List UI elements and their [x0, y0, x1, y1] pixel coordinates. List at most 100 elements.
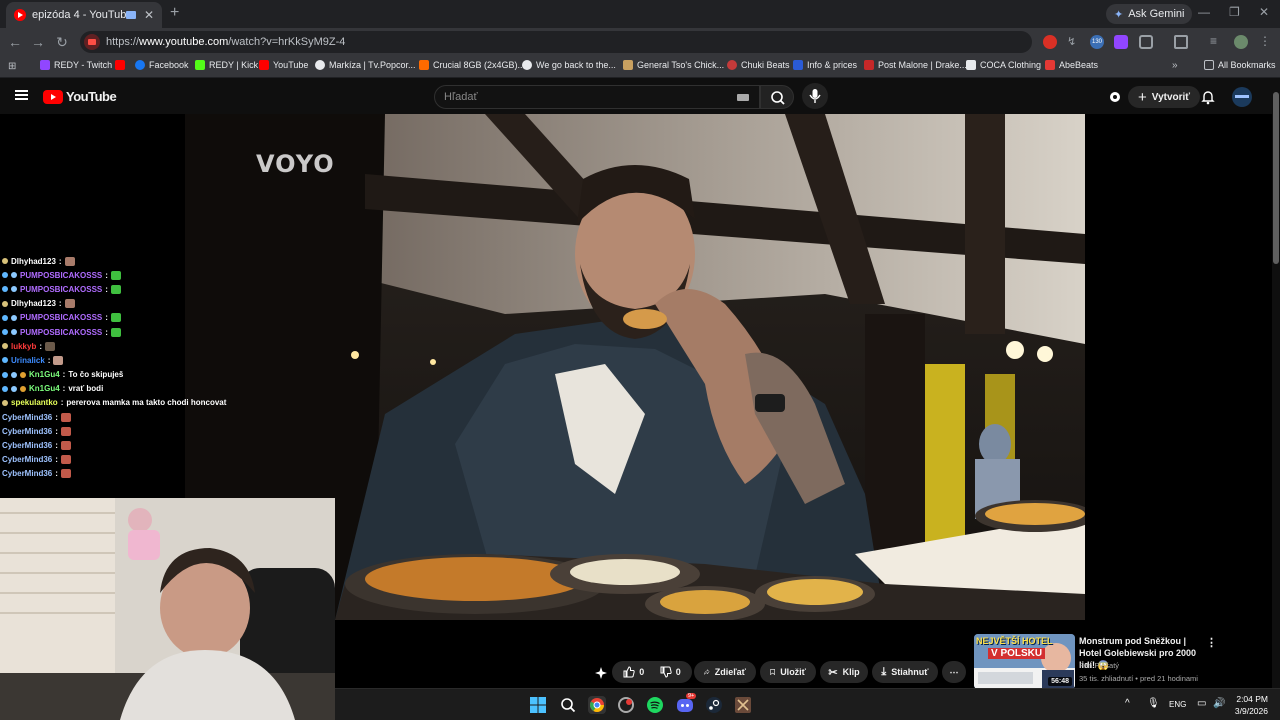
youtube-logo-text: YouTube — [66, 89, 117, 104]
like-count: 0 — [639, 667, 645, 677]
chat-badge-icon — [2, 385, 8, 392]
bookmark-label: REDY | Kick — [209, 60, 259, 70]
account-avatar[interactable] — [1232, 87, 1252, 107]
voice-search-button[interactable] — [802, 83, 828, 109]
chat-message: PUMPOSBICAKOSSS: — [2, 282, 232, 296]
volume-icon[interactable]: 🔊 — [1213, 698, 1225, 709]
suggested-channel[interactable]: Pan Plešatý — [1079, 661, 1119, 670]
url-prefix: https:// — [106, 36, 140, 48]
chat-message: Kn1Gu4: vrať bodi — [2, 382, 232, 396]
sparkle-action-icon[interactable] — [594, 666, 608, 685]
search-button[interactable] — [760, 85, 794, 109]
browser-tab-active[interactable]: epizóda 4 - YouTube ✕ — [6, 2, 162, 28]
menu-hamburger-icon[interactable] — [15, 90, 28, 100]
discord-notification-badge: 9+ — [686, 693, 697, 699]
share-label: Zdieľať — [714, 667, 746, 677]
bookmark-item[interactable]: REDY - Twitch — [40, 60, 112, 70]
bookmark-item[interactable]: COCA Clothing — [966, 60, 1041, 70]
site-info-icon[interactable] — [84, 34, 100, 50]
minimize-icon[interactable]: — — [1198, 5, 1210, 19]
steam-taskbar-icon[interactable] — [705, 696, 723, 714]
language-indicator[interactable]: ENG — [1169, 700, 1186, 709]
bookmark-item[interactable]: General Tso's Chick... — [623, 60, 724, 70]
notifications-bell-icon[interactable] — [1200, 89, 1216, 110]
extension-red-icon[interactable] — [1043, 35, 1057, 49]
new-tab-button[interactable]: + — [170, 4, 179, 22]
search-input[interactable]: Hľadať — [434, 85, 760, 109]
bookmark-favicon-icon — [966, 60, 976, 70]
chrome-taskbar-icon[interactable] — [588, 696, 606, 714]
game-taskbar-icon[interactable] — [734, 696, 752, 714]
address-bar[interactable]: https://www.youtube.com/watch?v=hrKkSyM9… — [80, 31, 1032, 53]
bookmark-item[interactable]: We go back to the... — [522, 60, 616, 70]
close-window-icon[interactable]: ✕ — [1259, 5, 1269, 19]
forward-icon[interactable]: → — [30, 34, 46, 50]
windows-start-icon[interactable] — [529, 696, 547, 714]
bookmark-item[interactable]: Post Malone | Drake... — [864, 60, 967, 70]
media-playing-icon[interactable] — [125, 11, 136, 19]
keyboard-icon[interactable] — [737, 94, 749, 101]
system-clock[interactable]: 2:04 PM 3/9/2026 — [1235, 693, 1268, 717]
bookmark-item[interactable]: Info & prices — [793, 60, 857, 70]
bookmark-label: Chuki Beats — [741, 60, 790, 70]
extensions-puzzle-icon[interactable] — [1139, 35, 1153, 49]
bookmark-item[interactable]: Chuki Beats — [727, 60, 790, 70]
bookmark-item[interactable] — [115, 60, 129, 70]
bookmark-item[interactable]: Crucial 8GB (2x4GB)... — [419, 60, 525, 70]
extension-arrow-icon[interactable]: ↯ — [1067, 35, 1081, 49]
plus-icon: + — [1138, 88, 1147, 106]
bookmark-favicon-icon — [195, 60, 205, 70]
save-button[interactable]: Uložiť — [760, 661, 816, 683]
cast-icon[interactable] — [1174, 35, 1188, 49]
youtube-logo[interactable]: YouTube — [43, 89, 117, 104]
more-bookmarks-icon[interactable]: » — [1172, 60, 1178, 71]
bookmark-item[interactable]: Facebook — [135, 60, 189, 70]
cast-gear-icon[interactable] — [1108, 90, 1122, 104]
chat-badge-icon — [20, 385, 26, 392]
chat-separator: : — [55, 412, 58, 422]
chat-text: pererova mamka ma takto chodi honcovat — [66, 398, 227, 408]
apps-grid-icon[interactable]: ⊞ — [8, 61, 16, 72]
chat-emote-icon — [60, 412, 71, 422]
back-icon[interactable]: ← — [7, 34, 23, 50]
dislike-button[interactable]: 0 — [660, 666, 681, 678]
download-button[interactable]: ⤓ Stiahnuť — [872, 661, 938, 683]
app-taskbar-icon[interactable] — [617, 696, 635, 714]
bookmark-item[interactable]: AbeBeats — [1045, 60, 1098, 70]
taskbar-search-icon[interactable] — [559, 696, 577, 714]
chat-message: CyberMind36: — [2, 424, 232, 438]
all-bookmarks-folder[interactable]: All Bookmarks — [1204, 60, 1276, 70]
more-actions-button[interactable]: ⋯ — [942, 661, 966, 683]
chat-badge-icon — [20, 371, 26, 378]
chat-badge-icon — [11, 329, 17, 336]
profile-avatar[interactable] — [1234, 35, 1248, 49]
ask-gemini-button[interactable]: ✦ Ask Gemini — [1106, 4, 1193, 24]
clip-button[interactable]: ✂ Klip — [820, 661, 868, 683]
extension-counter-icon[interactable]: 130 — [1090, 35, 1104, 49]
reading-list-icon[interactable]: ≡ — [1210, 35, 1224, 49]
network-icon[interactable]: ▭ — [1197, 698, 1206, 709]
create-button[interactable]: + Vytvoriť — [1128, 86, 1201, 108]
microphone-tray-icon[interactable]: 🎙 — [1147, 698, 1160, 709]
twitch-extension-icon[interactable] — [1114, 35, 1128, 49]
suggested-menu-icon[interactable]: ⋮ — [1206, 636, 1217, 649]
browser-menu-icon[interactable]: ⋮ — [1259, 35, 1273, 49]
bookmark-item[interactable]: REDY | Kick — [195, 60, 258, 70]
bookmark-item[interactable]: Markíza | Tv.Popcor... — [315, 60, 416, 70]
restore-icon[interactable]: ❐ — [1229, 5, 1240, 19]
discord-taskbar-icon[interactable]: 9+ — [676, 693, 697, 714]
chat-badge-icon — [2, 272, 8, 279]
spotify-taskbar-icon[interactable] — [646, 696, 664, 714]
chat-message: PUMPOSBICAKOSSS: — [2, 268, 232, 282]
share-button[interactable]: Zdieľať — [694, 661, 756, 683]
tray-overflow-icon[interactable]: ^ — [1125, 698, 1130, 709]
page-scrollbar-thumb[interactable] — [1273, 92, 1279, 264]
bookmark-item[interactable]: YouTube — [259, 60, 308, 70]
scissors-icon: ✂ — [828, 666, 838, 679]
reload-icon[interactable]: ↻ — [54, 34, 70, 51]
thumbs-down-icon — [660, 666, 672, 678]
like-button[interactable]: 0 — [623, 666, 644, 678]
tab-close-icon[interactable]: ✕ — [144, 8, 154, 22]
clip-label: Klip — [842, 667, 860, 677]
suggested-thumbnail[interactable]: NEJVĚTŠÍ HOTEL V POLSKU 56:48 — [974, 634, 1075, 689]
